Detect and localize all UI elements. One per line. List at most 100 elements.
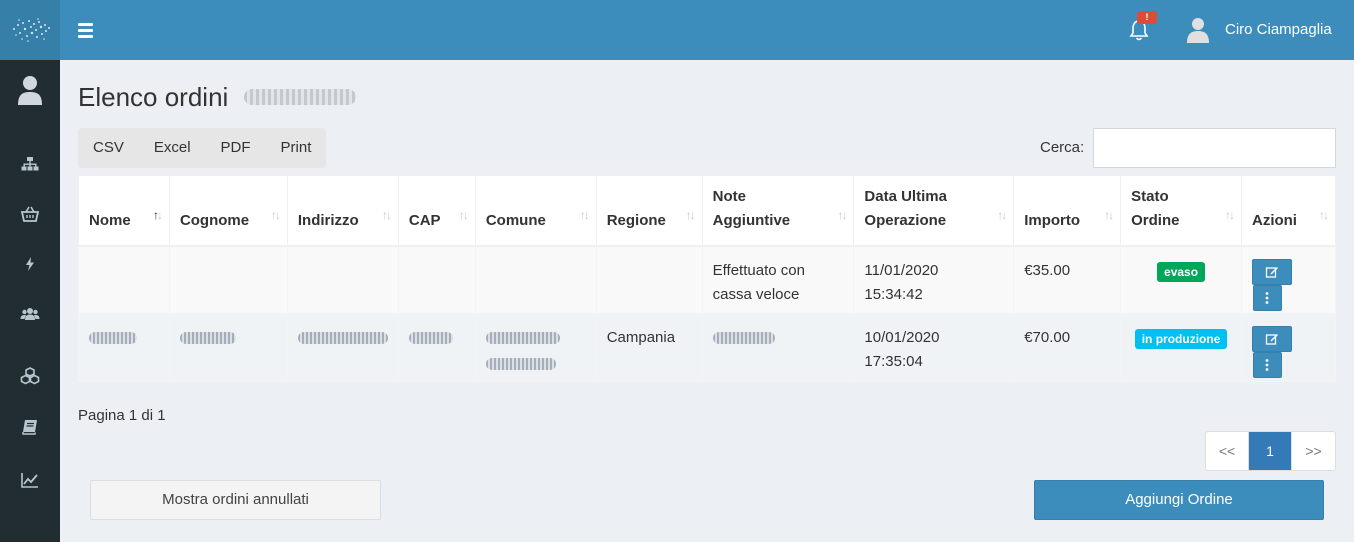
search-input[interactable]	[1093, 128, 1336, 168]
sort-icon: ↑↓	[579, 207, 590, 222]
pdf-button[interactable]: PDF	[206, 128, 266, 168]
sidebar-item-customers[interactable]	[20, 304, 40, 324]
note-line: cassa veloce	[712, 285, 800, 303]
edit-icon	[1265, 334, 1278, 345]
chart-line-icon	[21, 473, 38, 488]
book-icon	[22, 420, 37, 435]
csv-button[interactable]: CSV	[78, 128, 139, 168]
column-label: Comune	[485, 211, 546, 229]
column-header-nome[interactable]: Nome ↑↓	[78, 175, 170, 247]
pagination-next[interactable]: >>	[1292, 432, 1335, 470]
cell-stato: evaso	[1120, 245, 1242, 314]
cell-cognome	[168, 245, 288, 314]
sort-icon: ↑↓	[1319, 207, 1329, 222]
show-cancelled-orders-button[interactable]: Mostra ordini annullati	[90, 480, 381, 520]
search-label: Cerca:	[1040, 139, 1085, 156]
user-avatar-icon[interactable]	[1186, 16, 1210, 44]
time-text: 15:34:42	[864, 285, 923, 303]
edit-button[interactable]	[1251, 326, 1292, 352]
vertical-dots-icon	[1266, 359, 1269, 371]
notification-badge: !	[1137, 11, 1157, 24]
excel-button[interactable]: Excel	[139, 128, 206, 168]
cell-cap	[397, 245, 476, 314]
column-header-data[interactable]: Data Ultima Operazione ↑↓	[853, 175, 1015, 247]
print-button[interactable]: Print	[266, 128, 327, 168]
vertical-dots-icon	[1266, 291, 1269, 304]
redacted-text	[179, 332, 236, 344]
status-badge: in produzione	[1134, 329, 1228, 349]
cell-importo: €35.00	[1013, 245, 1122, 314]
column-header-cap[interactable]: CAP ↑↓	[397, 175, 476, 247]
cell-nome	[78, 245, 170, 314]
column-header-note[interactable]: Note Aggiuntive ↑↓	[701, 175, 855, 247]
pagination-prev[interactable]: <<	[1206, 432, 1249, 470]
cubes-icon	[20, 367, 40, 385]
page-title: Elenco ordini	[78, 82, 229, 112]
export-button-group: CSV Excel PDF Print	[78, 128, 327, 168]
more-actions-button[interactable]	[1252, 352, 1282, 378]
note-line: Effettuato con	[712, 261, 805, 279]
table-row[interactable]: Effettuato con cassa veloce 11/01/2020 15:…	[78, 245, 1337, 314]
pagination: << 1 >>	[1205, 431, 1336, 471]
sidebar-item-reports[interactable]	[20, 470, 40, 490]
table-row[interactable]: Campania 10/01/2020 17:35:04 €70.00 in pr…	[78, 313, 1337, 382]
sidebar-toggle-button[interactable]	[78, 20, 94, 40]
logo[interactable]	[0, 0, 60, 60]
pagination-page-1[interactable]: 1	[1249, 432, 1292, 470]
more-actions-button[interactable]	[1252, 284, 1282, 311]
redacted-text	[712, 332, 775, 344]
cell-regione	[595, 245, 703, 314]
bolt-icon	[26, 257, 34, 271]
column-label: Nome	[89, 211, 131, 229]
sort-icon: ↑↓	[685, 207, 696, 222]
title-subtitle-redacted	[244, 89, 356, 105]
add-order-button[interactable]: Aggiungi Ordine	[1034, 480, 1324, 520]
column-header-stato[interactable]: Stato Ordine ↑↓	[1120, 175, 1242, 247]
user-name[interactable]: Ciro Ciampaglia	[1225, 20, 1332, 40]
sidebar-item-quick[interactable]	[20, 254, 40, 274]
column-header-regione[interactable]: Regione ↑↓	[595, 175, 703, 247]
edit-button[interactable]	[1251, 258, 1292, 285]
table-header-row: Nome ↑↓ Cognome ↑↓ Indirizzo ↑↓ CAP ↑↓ Comun…	[78, 175, 1337, 247]
hamburger-icon	[78, 22, 93, 26]
column-header-cognome[interactable]: Cognome ↑↓	[168, 175, 288, 247]
column-label: Aggiuntive	[712, 211, 791, 229]
orders-table: Nome ↑↓ Cognome ↑↓ Indirizzo ↑↓ CAP ↑↓ Comun…	[78, 175, 1337, 382]
cell-importo: €70.00	[1013, 313, 1122, 382]
column-label: Ordine	[1131, 211, 1180, 229]
sidebar-item-catalog[interactable]	[20, 417, 40, 437]
cell-comune	[474, 245, 597, 314]
sidebar-item-orders[interactable]	[20, 204, 40, 224]
column-header-comune[interactable]: Comune ↑↓	[474, 175, 597, 247]
cell-cognome	[168, 313, 288, 382]
redacted-text	[408, 332, 453, 344]
sidebar-item-structure[interactable]	[20, 154, 40, 174]
sort-icon: ↑↓	[997, 207, 1007, 222]
sidebar-user-avatar-icon	[18, 76, 42, 105]
cell-nome	[78, 313, 170, 382]
column-label: Operazione	[864, 211, 947, 229]
sidebar	[0, 60, 60, 542]
redacted-text	[89, 332, 137, 344]
redacted-text	[297, 332, 388, 344]
column-label: Indirizzo	[297, 211, 359, 229]
column-header-importo[interactable]: Importo ↑↓	[1013, 175, 1122, 247]
sort-icon: ↑↓	[381, 207, 392, 222]
top-navbar: ! Ciro Ciampaglia	[0, 0, 1354, 60]
sort-icon: ↑↓	[270, 207, 281, 222]
column-label: Azioni	[1251, 211, 1297, 229]
redacted-text	[485, 358, 556, 370]
column-header-azioni[interactable]: Azioni ↑↓	[1240, 175, 1337, 247]
edit-icon	[1265, 266, 1278, 278]
cell-data: 10/01/2020 17:35:04	[853, 313, 1015, 382]
date-text: 11/01/2020	[864, 261, 939, 279]
cell-note: Effettuato con cassa veloce	[701, 245, 855, 314]
column-header-indirizzo[interactable]: Indirizzo ↑↓	[286, 175, 399, 247]
date-text: 10/01/2020	[864, 329, 940, 346]
column-label: Importo	[1024, 211, 1081, 229]
column-label: Data Ultima	[864, 187, 947, 205]
basket-icon	[20, 206, 40, 222]
column-label: Stato	[1131, 187, 1169, 205]
time-text: 17:35:04	[864, 353, 923, 370]
sidebar-item-products[interactable]	[20, 366, 40, 386]
